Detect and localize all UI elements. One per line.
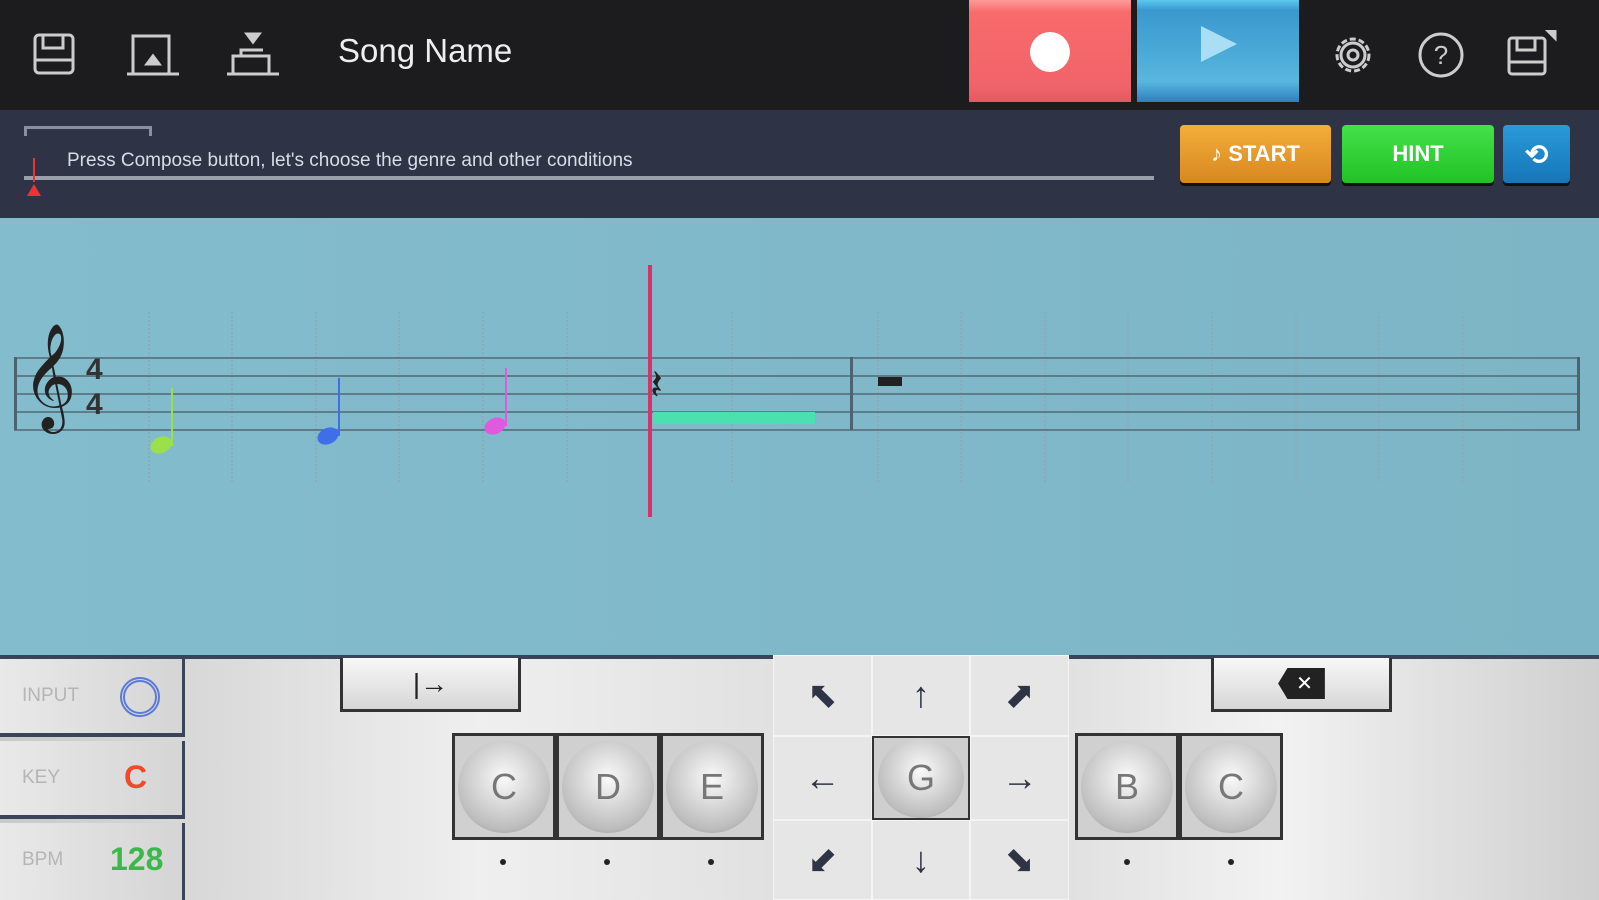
hint-message: Press Compose button, let's choose the g… xyxy=(67,150,633,171)
tab-forward-button[interactable]: |→ xyxy=(340,658,521,712)
input-duration-bar xyxy=(653,412,815,424)
key-label: C xyxy=(1185,740,1277,833)
barline xyxy=(850,357,853,430)
backspace-icon: ✕ xyxy=(1278,668,1325,699)
key-label: KEY xyxy=(22,767,61,788)
arrow-right-icon[interactable]: → xyxy=(970,735,1069,820)
staff-line xyxy=(14,393,1580,395)
note-key-g[interactable]: G xyxy=(871,735,971,820)
grid-line xyxy=(731,312,733,482)
loop-bracket[interactable] xyxy=(24,126,152,136)
bpm-value: 128 xyxy=(110,841,164,877)
note-stem xyxy=(338,378,340,436)
save-as-icon[interactable] xyxy=(1505,28,1557,80)
key-dot xyxy=(500,859,506,865)
play-button[interactable] xyxy=(1137,0,1299,102)
barline xyxy=(1577,357,1580,430)
note-key-c[interactable]: C xyxy=(452,733,556,840)
grid-line xyxy=(315,312,317,482)
note-stem xyxy=(171,388,173,446)
record-button[interactable] xyxy=(969,0,1131,102)
key-button[interactable]: KEY C xyxy=(0,741,185,819)
time-signature-bottom: 4 xyxy=(86,388,103,421)
arrow-pad: ⬉ ↑ ⬈ ← G → ⬋ ↓ ⬊ xyxy=(773,655,1069,900)
import-icon[interactable] xyxy=(225,30,279,80)
grid-line xyxy=(1295,312,1297,482)
staff-line xyxy=(14,375,1580,377)
grid-line xyxy=(566,312,568,482)
arrow-up-left-icon[interactable]: ⬉ xyxy=(773,655,872,736)
progress-track[interactable] xyxy=(24,176,1154,180)
input-label: INPUT xyxy=(22,685,79,706)
key-label: C xyxy=(458,740,550,833)
grid-line xyxy=(960,312,962,482)
staff-line xyxy=(14,357,1580,359)
key-label: B xyxy=(1081,740,1173,833)
grid-line xyxy=(1044,312,1046,482)
bpm-button[interactable]: BPM 128 xyxy=(0,823,185,900)
grid-line xyxy=(1378,312,1380,482)
arrow-down-right-icon[interactable]: ⬊ xyxy=(970,819,1069,900)
key-value: C xyxy=(124,759,148,795)
arrow-left-icon[interactable]: ← xyxy=(773,735,872,820)
whole-rest xyxy=(878,377,902,386)
key-dot xyxy=(708,859,714,865)
play-icon xyxy=(1201,26,1237,62)
barline xyxy=(14,357,17,430)
top-toolbar: Song Name ? xyxy=(0,0,1599,110)
key-dot xyxy=(604,859,610,865)
position-marker-arrow-icon[interactable] xyxy=(27,184,41,196)
song-name[interactable]: Song Name xyxy=(338,32,512,70)
note-key-b[interactable]: B xyxy=(1075,733,1179,840)
note-key-high-c[interactable]: C xyxy=(1179,733,1283,840)
score-area[interactable] xyxy=(0,218,1599,655)
position-marker[interactable] xyxy=(33,158,35,182)
input-ring-icon xyxy=(120,677,160,717)
key-label: E xyxy=(666,740,758,833)
hint-button[interactable]: HINT xyxy=(1342,125,1494,183)
bpm-label: BPM xyxy=(22,849,64,870)
arrow-down-icon[interactable]: ↓ xyxy=(871,819,971,900)
backspace-button[interactable]: ✕ xyxy=(1211,658,1392,712)
load-icon[interactable] xyxy=(125,30,179,80)
grid-line xyxy=(1462,312,1464,482)
input-mode-button[interactable]: INPUT xyxy=(0,659,185,737)
key-dot xyxy=(1228,859,1234,865)
note-key-e[interactable]: E xyxy=(660,733,764,840)
note-key-d[interactable]: D xyxy=(556,733,660,840)
grid-line xyxy=(398,312,400,482)
help-icon[interactable]: ? xyxy=(1416,30,1466,80)
key-label: G xyxy=(877,737,964,818)
note-stem xyxy=(505,368,507,426)
arrow-down-left-icon[interactable]: ⬋ xyxy=(773,819,872,900)
playhead-cursor[interactable] xyxy=(648,265,652,517)
grid-line xyxy=(877,312,879,482)
arrow-up-icon[interactable]: ↑ xyxy=(871,655,971,736)
time-signature-top: 4 xyxy=(86,353,103,386)
grid-line xyxy=(482,312,484,482)
record-icon xyxy=(1030,32,1070,72)
svg-text:?: ? xyxy=(1434,40,1448,70)
key-dot xyxy=(1124,859,1130,865)
refresh-button[interactable]: ⟲ xyxy=(1503,125,1570,183)
save-icon[interactable] xyxy=(30,30,80,80)
grid-line xyxy=(231,312,233,482)
key-label: D xyxy=(562,740,654,833)
grid-line xyxy=(1211,312,1213,482)
grid-line xyxy=(1127,312,1129,482)
arrow-up-right-icon[interactable]: ⬈ xyxy=(970,655,1069,736)
grid-line xyxy=(148,312,150,482)
staff-line xyxy=(14,429,1580,431)
treble-clef-icon: 𝄞 xyxy=(22,322,77,429)
start-button[interactable]: ♪ START xyxy=(1180,125,1331,183)
settings-icon[interactable] xyxy=(1328,30,1378,80)
